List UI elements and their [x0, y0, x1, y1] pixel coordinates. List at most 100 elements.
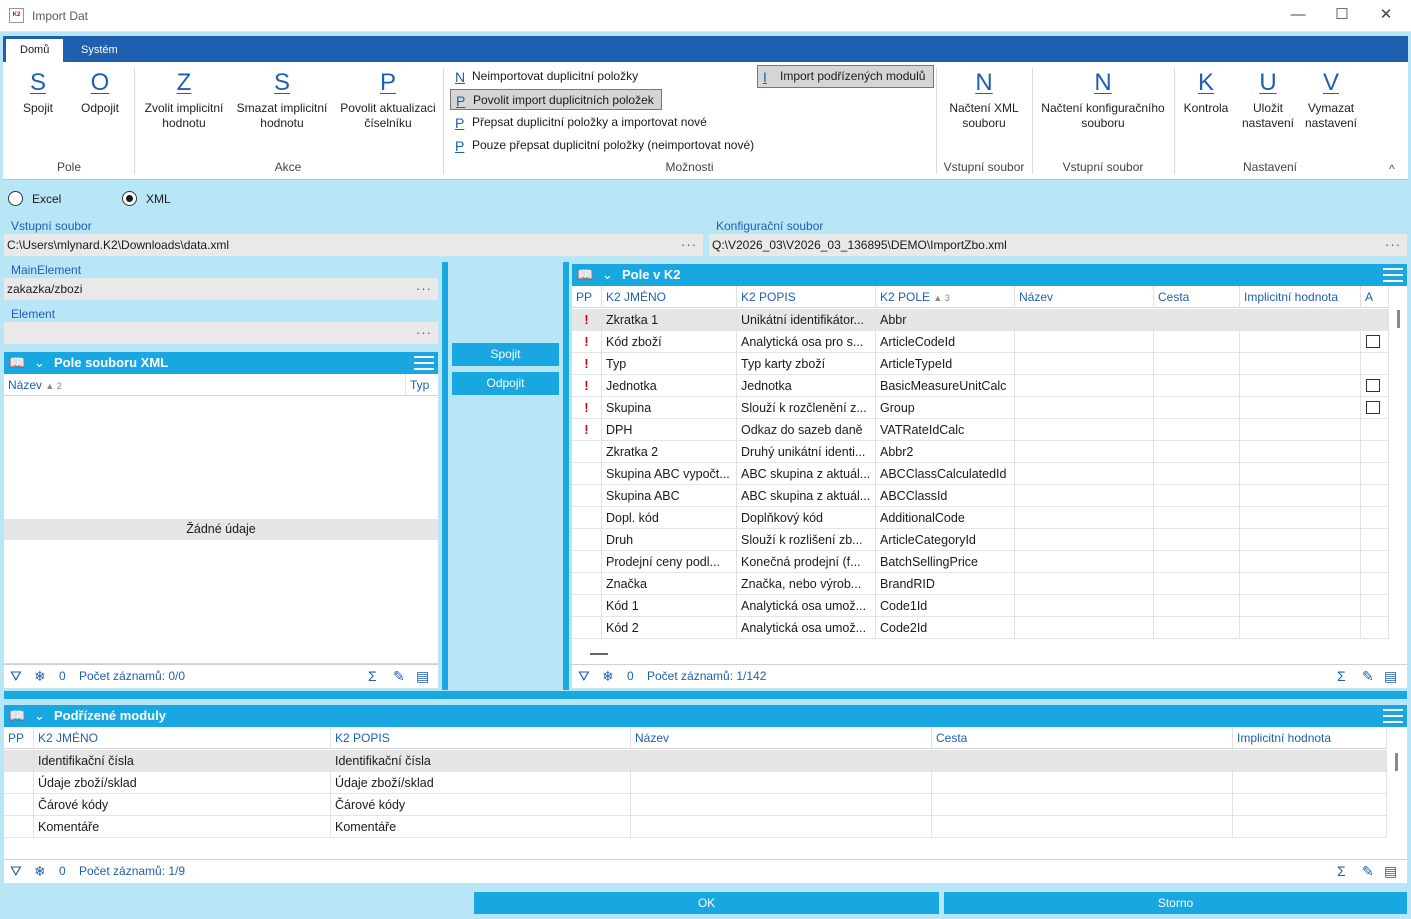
table-row[interactable]: ! Kód zboží Analytická osa pro s... Article… [572, 331, 1389, 353]
cell-empty[interactable] [1015, 331, 1154, 353]
column-pp[interactable]: PP [572, 286, 602, 308]
cell-popis[interactable]: Čárové kódy [331, 794, 631, 816]
menu-icon[interactable] [1383, 709, 1403, 723]
required-flag[interactable] [572, 485, 602, 507]
cell-empty[interactable] [932, 750, 1233, 772]
table-row[interactable]: Prodejní ceny podl... Konečná prodejní (f… [572, 551, 1389, 573]
column-cesta[interactable]: Cesta [1154, 286, 1240, 308]
cell-empty[interactable] [1015, 397, 1154, 419]
column-a-cell[interactable] [1361, 397, 1389, 419]
required-flag[interactable] [572, 441, 602, 463]
cell-empty[interactable] [1015, 485, 1154, 507]
cell-popis[interactable]: Identifikační čísla [331, 750, 631, 772]
column-a-cell[interactable] [1361, 529, 1389, 551]
cell-empty[interactable] [1154, 617, 1240, 639]
cell-empty[interactable] [1015, 595, 1154, 617]
cell-empty[interactable] [1233, 750, 1387, 772]
table-row[interactable]: ! Jednotka Jednotka BasicMeasureUnitCalc [572, 375, 1389, 397]
option-pouze-prepsat[interactable]: P Pouze přepsat duplicitní položky (neim… [450, 135, 754, 156]
collapse-ribbon-icon[interactable]: ^ [1389, 162, 1395, 176]
required-flag[interactable] [572, 507, 602, 529]
cell-popis[interactable]: Analytická osa pro s... [737, 331, 876, 353]
book-icon[interactable]: 📖 [9, 352, 25, 374]
cell-empty[interactable] [1154, 485, 1240, 507]
tab-system[interactable]: Systém [67, 39, 132, 62]
cell-empty[interactable] [1015, 441, 1154, 463]
edit-icon[interactable]: ✎ [1362, 860, 1374, 883]
cell-pole[interactable]: AdditionalCode [876, 507, 1015, 529]
storno-button[interactable]: Storno [944, 892, 1407, 914]
xml-radio[interactable] [122, 191, 137, 206]
column-a-cell[interactable] [1361, 353, 1389, 375]
smazat-implicitni-button[interactable]: S Smazat implicitní hodnotu [234, 70, 330, 131]
edit-icon[interactable]: ✎ [1362, 665, 1374, 688]
column-a-cell[interactable] [1361, 309, 1389, 331]
table-row[interactable]: Kód 2 Analytická osa umož... Code2Id [572, 617, 1389, 639]
nacteni-konfigurace-button[interactable]: N Načtení konfiguračního souboru [1035, 70, 1171, 131]
column-nazev[interactable]: Název [1015, 286, 1154, 308]
cell-popis[interactable]: Komentáře [331, 816, 631, 838]
cell-popis[interactable]: Odkaz do sazeb daně [737, 419, 876, 441]
column-pp[interactable]: PP [4, 727, 34, 749]
cell-empty[interactable] [1240, 353, 1361, 375]
cell-jmeno[interactable]: Údaje zboží/sklad [34, 772, 331, 794]
cell-popis[interactable]: Značka, nebo výrob... [737, 573, 876, 595]
column-a-cell[interactable] [1361, 551, 1389, 573]
cell-empty[interactable] [1240, 397, 1361, 419]
nacteni-xml-button[interactable]: N Načtení XML souboru [943, 70, 1025, 131]
cell-empty[interactable] [4, 772, 34, 794]
column-k2-jmeno[interactable]: K2 JMÉNO [602, 286, 737, 308]
filter-icon[interactable]: ⛛ [578, 665, 590, 688]
cell-empty[interactable] [1154, 309, 1240, 331]
option-povolit-import[interactable]: P Povolit import duplicitních položek [450, 89, 662, 110]
cell-jmeno[interactable]: Skupina ABC vypočt... [602, 463, 737, 485]
maximize-icon[interactable]: ☐ [1319, 0, 1365, 32]
cell-jmeno[interactable]: Druh [602, 529, 737, 551]
import-podrizenych-toggle[interactable]: I Import podřízených modulů [757, 65, 934, 88]
column-nazev[interactable]: Název ▲ 2 [4, 374, 406, 396]
column-a-cell[interactable] [1361, 331, 1389, 353]
column-a-cell[interactable] [1361, 441, 1389, 463]
sum-icon[interactable]: Σ [368, 665, 377, 688]
cell-popis[interactable]: Druhý unikátní identi... [737, 441, 876, 463]
cell-pole[interactable]: ArticleCategoryId [876, 529, 1015, 551]
kontrola-button[interactable]: K Kontrola [1179, 70, 1233, 116]
required-flag[interactable]: ! [572, 419, 602, 441]
main-element-field[interactable]: zakazka/zbozi ··· [4, 278, 438, 300]
column-typ[interactable]: Typ [406, 374, 438, 396]
required-flag[interactable]: ! [572, 375, 602, 397]
filter-icon[interactable]: ⛛ [10, 665, 22, 688]
column-k2-jmeno[interactable]: K2 JMÉNO [34, 727, 331, 749]
chevron-down-icon[interactable]: ⌄ [602, 264, 613, 286]
cell-empty[interactable] [1015, 529, 1154, 551]
cell-empty[interactable] [1154, 529, 1240, 551]
cell-empty[interactable] [1154, 441, 1240, 463]
column-k2-pole[interactable]: K2 POLE ▲ 3 [876, 286, 1015, 308]
column-implicitni[interactable]: Implicitní hodnota [1233, 727, 1387, 749]
option-neimportovat[interactable]: N Neimportovat duplicitní položky [450, 66, 638, 87]
column-a[interactable]: A [1361, 286, 1389, 308]
element-browse-button[interactable]: ··· [416, 322, 432, 344]
cell-empty[interactable] [1240, 375, 1361, 397]
cell-jmeno[interactable]: Zkratka 2 [602, 441, 737, 463]
checkbox[interactable] [1366, 401, 1380, 414]
cell-empty[interactable] [631, 816, 932, 838]
column-k2-popis[interactable]: K2 POPIS [737, 286, 876, 308]
cell-pole[interactable]: Code2Id [876, 617, 1015, 639]
cell-jmeno[interactable]: Typ [602, 353, 737, 375]
cell-jmeno[interactable]: Jednotka [602, 375, 737, 397]
odpojit-button[interactable]: Odpojit [452, 372, 559, 395]
menu-icon[interactable] [414, 356, 434, 370]
browse-config-button[interactable]: ··· [1385, 234, 1401, 256]
cell-empty[interactable] [1015, 507, 1154, 529]
cell-jmeno[interactable]: Kód 1 [602, 595, 737, 617]
table-row[interactable]: Kód 1 Analytická osa umož... Code1Id [572, 595, 1389, 617]
column-k2-popis[interactable]: K2 POPIS [331, 727, 631, 749]
odpojit-ribbon-button[interactable]: O Odpojit [73, 70, 127, 116]
cell-pole[interactable]: Group [876, 397, 1015, 419]
horizontal-scroll-thumb[interactable] [590, 653, 608, 655]
zvolit-implicitni-button[interactable]: Z Zvolit implicitní hodnotu [137, 70, 231, 131]
cell-jmeno[interactable]: DPH [602, 419, 737, 441]
input-file-field[interactable]: C:\Users\mlynard.K2\Downloads\data.xml ·… [4, 234, 703, 256]
table-row[interactable]: Čárové kódy Čárové kódy [4, 794, 1387, 816]
